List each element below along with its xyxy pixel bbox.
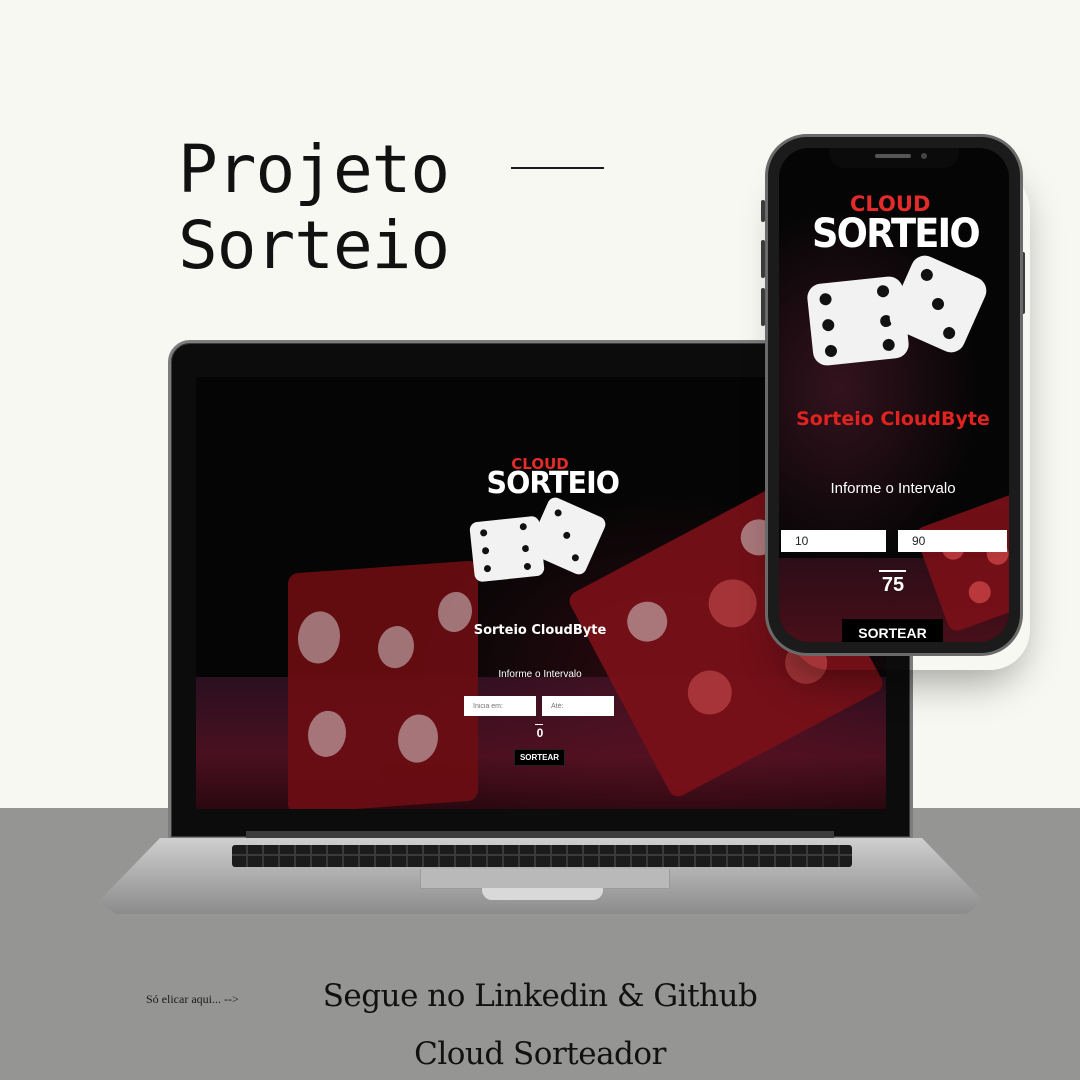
laptop-result-bar: [535, 724, 543, 725]
phone-range-end-input[interactable]: [898, 530, 1007, 552]
laptop-front-notch: [482, 888, 603, 900]
phone-draw-button[interactable]: SORTEAR: [842, 619, 943, 642]
laptop-result-value: 0: [536, 726, 544, 740]
page-title: Projeto Sorteio: [178, 131, 450, 284]
laptop-touchpad: [420, 869, 670, 889]
laptop-keyboard: [232, 845, 852, 867]
phone-camera-icon: [921, 153, 927, 159]
laptop-draw-button[interactable]: SORTEAR: [514, 749, 565, 766]
brand-name: Cloud Sorteador: [414, 1036, 666, 1072]
phone-app-heading: Sorteio CloudByte: [796, 408, 990, 430]
background-die-left-icon: [288, 560, 478, 809]
laptop-range-start-input[interactable]: [464, 696, 536, 716]
follow-linkedin-github[interactable]: Segue no Linkedin & Github: [300, 978, 780, 1014]
title-dash-divider: [511, 167, 604, 169]
phone-logo-sorteio: SORTEIO: [812, 211, 981, 257]
click-hint-link[interactable]: Só elicar aqui... -->: [146, 992, 239, 1007]
laptop-app-subheading: Informe o Intervalo: [498, 669, 582, 680]
phone-notch: [829, 148, 959, 168]
laptop-logo-sorteio: SORTEIO: [486, 466, 619, 501]
phone-range-start-input[interactable]: [781, 530, 886, 552]
phone-app-subheading: Informe o Intervalo: [830, 480, 956, 497]
title-line-1: Projeto: [178, 131, 450, 208]
phone-speaker: [875, 154, 911, 158]
laptop-range-end-input[interactable]: [542, 696, 614, 716]
phone-result-bar: [879, 570, 906, 572]
title-line-2: Sorteio: [178, 207, 450, 284]
phone-result-value: 75: [881, 574, 905, 596]
laptop-app-heading: Sorteio CloudByte: [473, 623, 607, 638]
